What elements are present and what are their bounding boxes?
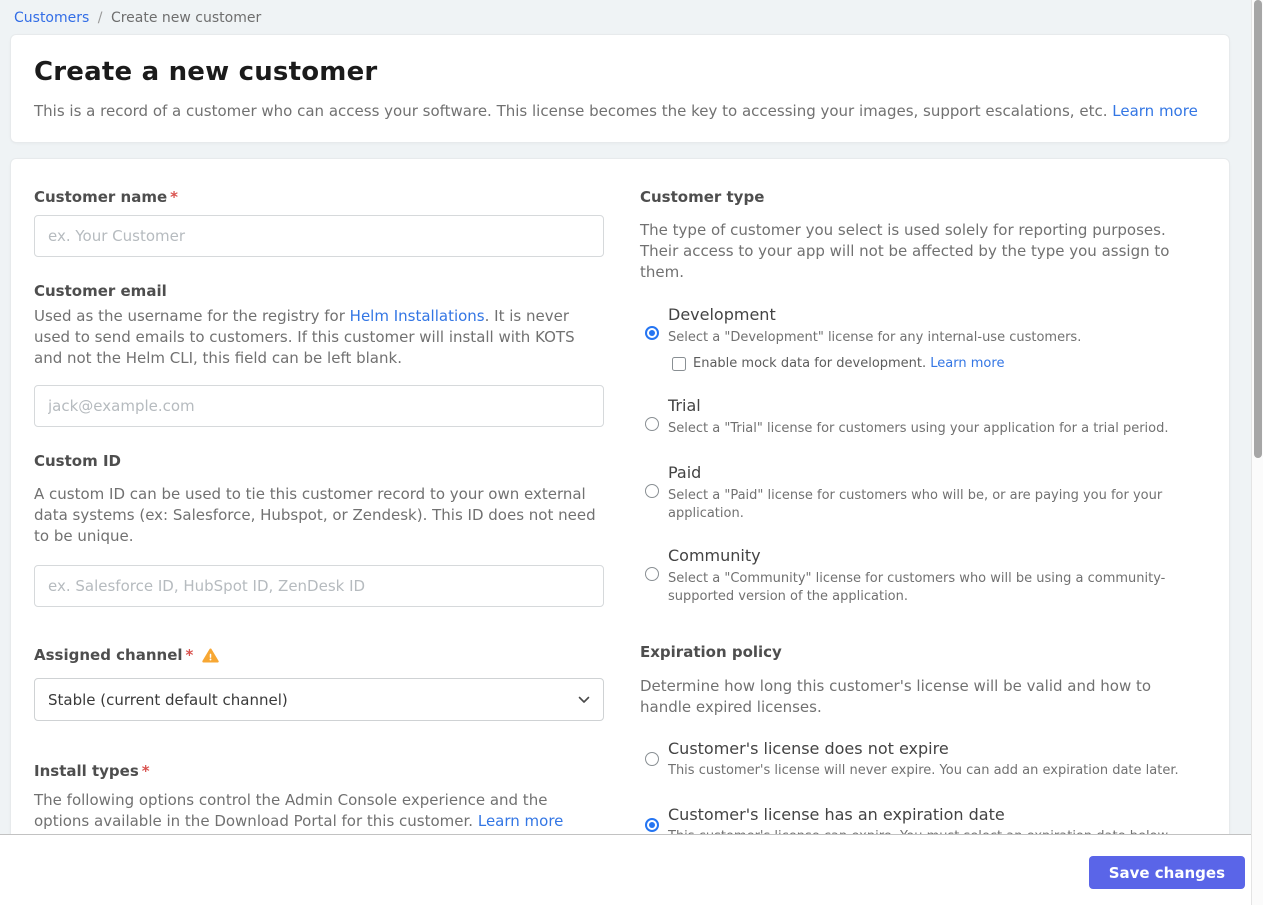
assigned-channel-label-text: Assigned channel <box>34 646 183 664</box>
required-asterisk: * <box>170 188 178 206</box>
breadcrumb-current: Create new customer <box>110 10 262 26</box>
customer-email-description: Used as the username for the registry fo… <box>34 306 604 369</box>
mock-data-checkbox[interactable] <box>672 357 686 371</box>
development-option-title: Development <box>668 305 776 324</box>
customer-email-label: Customer email <box>34 282 167 300</box>
breadcrumb-customers-link[interactable]: Customers <box>14 10 89 26</box>
install-types-label: Install types * <box>34 761 604 781</box>
page-title: Create a new customer <box>34 57 378 87</box>
required-asterisk: * <box>185 646 194 664</box>
customer-name-field: Customer name * <box>34 187 604 257</box>
assigned-channel-selected-value: Stable (current default channel) <box>48 690 288 709</box>
mock-data-checkbox-label: Enable mock data for development. Learn … <box>693 355 1004 373</box>
community-option-description: Select a "Community" license for custome… <box>668 571 1166 604</box>
development-radio[interactable] <box>645 326 659 340</box>
header-card: Create a new customer This is a record o… <box>10 34 1230 143</box>
customer-email-field: Customer email Used as the username for … <box>34 281 604 427</box>
customer-type-option-paid: Paid Select a "Paid" license for custome… <box>640 462 1195 523</box>
helm-installations-link[interactable]: Helm Installations <box>350 307 485 325</box>
breadcrumb-separator: / <box>97 10 103 26</box>
chevron-down-icon <box>578 696 590 704</box>
mock-data-label-text: Enable mock data for development. <box>693 356 927 371</box>
expiration-policy-description: Determine how long this customer's licen… <box>640 677 1152 716</box>
page: Customers / Create new customer Create a… <box>0 0 1251 847</box>
has-expiration-option-title: Customer's license has an expiration dat… <box>668 805 1005 824</box>
trial-option-description: Select a "Trial" license for customers u… <box>668 421 1169 436</box>
paid-option-description: Select a "Paid" license for customers wh… <box>668 488 1163 521</box>
custom-id-input[interactable] <box>34 565 604 607</box>
customer-email-desc-before: Used as the username for the registry fo… <box>34 307 350 325</box>
customer-type-option-trial: Trial Select a "Trial" license for custo… <box>640 395 1195 438</box>
install-types-desc-text: The following options control the Admin … <box>34 791 548 830</box>
no-expire-option-description: This customer's license will never expir… <box>668 763 1179 778</box>
customer-type-option-community: Community Select a "Community" license f… <box>640 545 1195 606</box>
trial-option-title: Trial <box>668 396 701 415</box>
no-expire-option-title: Customer's license does not expire <box>668 739 949 758</box>
install-types-description: The following options control the Admin … <box>34 790 600 832</box>
trial-radio[interactable] <box>645 417 659 431</box>
header-learn-more-link[interactable]: Learn more <box>1112 102 1198 120</box>
mock-data-checkbox-row: Enable mock data for development. Learn … <box>672 355 1195 373</box>
assigned-channel-select[interactable]: Stable (current default channel) <box>34 678 604 721</box>
install-types-field: Install types * The following options con… <box>34 761 604 832</box>
license-has-expiration-radio[interactable] <box>645 818 659 832</box>
assigned-channel-field: Assigned channel * Stable (current defaul… <box>34 645 604 721</box>
header-description-text: This is a record of a customer who can a… <box>34 102 1108 120</box>
customer-name-input[interactable] <box>34 215 604 257</box>
create-customer-form-card: Customer name* Customer email Used as th… <box>10 158 1230 847</box>
customer-email-input[interactable] <box>34 385 604 427</box>
form-right-column: Customer type The type of customer you s… <box>640 187 1195 846</box>
form-left-column: Customer name* Customer email Used as th… <box>34 187 604 846</box>
custom-id-label: Custom ID <box>34 452 121 470</box>
custom-id-field: Custom ID A custom ID can be used to tie… <box>34 451 604 607</box>
save-changes-button[interactable]: Save changes <box>1088 856 1245 889</box>
header-description: This is a record of a customer who can a… <box>34 101 1206 122</box>
license-does-not-expire-radio[interactable] <box>645 752 659 766</box>
breadcrumb: Customers / Create new customer <box>0 0 1251 26</box>
install-types-label-text: Install types <box>34 762 139 780</box>
assigned-channel-label: Assigned channel * <box>34 645 193 665</box>
expiration-option-no-expire: Customer's license does not expire This … <box>640 738 1195 780</box>
community-option-title: Community <box>668 546 761 565</box>
scrollbar-thumb[interactable] <box>1253 0 1262 458</box>
mock-data-learn-more-link[interactable]: Learn more <box>930 356 1004 371</box>
customer-type-option-development: Development Select a "Development" licen… <box>640 304 1195 373</box>
footer-bar: Save changes <box>0 834 1251 905</box>
install-types-learn-more-link[interactable]: Learn more <box>478 812 564 830</box>
community-radio[interactable] <box>645 567 659 581</box>
custom-id-description: A custom ID can be used to tie this cust… <box>34 485 596 545</box>
customer-name-label: Customer name * <box>34 187 604 207</box>
paid-radio[interactable] <box>645 484 659 498</box>
scrollbar-track[interactable] <box>1251 0 1263 905</box>
required-asterisk: * <box>141 762 150 780</box>
customer-type-label: Customer type <box>640 188 765 206</box>
warning-icon <box>202 648 220 663</box>
paid-option-title: Paid <box>668 463 702 482</box>
development-option-description: Select a "Development" license for any i… <box>668 330 1082 345</box>
customer-name-label-text: Customer name <box>34 188 168 206</box>
customer-type-description: The type of customer you select is used … <box>640 221 1170 281</box>
expiration-policy-label: Expiration policy <box>640 643 782 661</box>
